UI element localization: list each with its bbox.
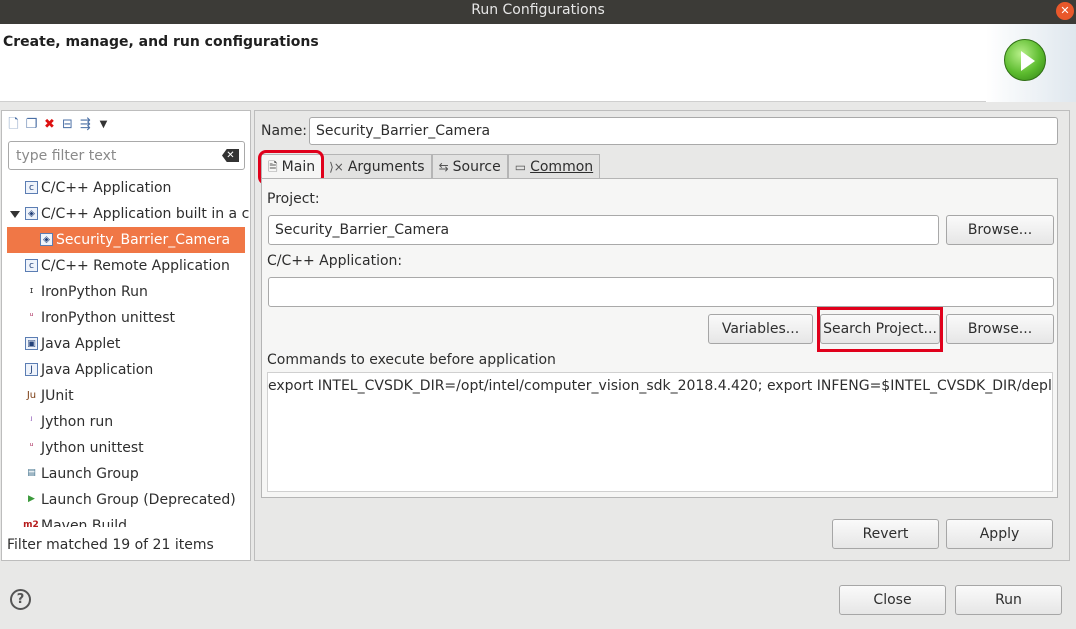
tree-item-jython-run[interactable]: ʲ Jython run xyxy=(2,409,250,435)
c-application-label: C/C++ Application: xyxy=(267,253,403,269)
app-browse-button[interactable]: Browse... xyxy=(946,314,1054,344)
tree-item-label: Security_Barrier_Camera xyxy=(56,232,231,248)
launch-group-icon: ▤ xyxy=(27,468,36,478)
ironpython-icon: ɪ xyxy=(29,286,34,296)
tree-item-label: IronPython Run xyxy=(41,284,148,300)
name-input[interactable] xyxy=(309,117,1058,145)
ironpython-unittest-icon: ᵘ xyxy=(29,312,34,322)
commands-label: Commands to execute before application xyxy=(267,352,556,368)
c-remote-icon: c xyxy=(25,259,38,272)
c-app-icon: c xyxy=(25,181,38,194)
tree-item-c-remote[interactable]: c C/C++ Remote Application xyxy=(2,253,250,279)
project-input[interactable] xyxy=(268,215,939,245)
filter-input[interactable] xyxy=(8,141,245,170)
dialog-header: Create, manage, and run configurations xyxy=(0,24,1076,102)
tree-item-label: Java Application xyxy=(41,362,154,378)
tab-label: Arguments xyxy=(347,158,425,175)
tree-item-junit[interactable]: Ju JUnit xyxy=(2,383,250,409)
tree-item-label: Java Applet xyxy=(41,336,121,352)
source-tab-icon: ⇆ xyxy=(438,159,449,174)
main-tab-panel: Project: Browse... C/C++ Application: Va… xyxy=(261,178,1058,498)
tree-item-jython-unittest[interactable]: ᵘ Jython unittest xyxy=(2,435,250,461)
tree-item-label: Launch Group (Deprecated) xyxy=(41,492,236,508)
tree-item-launch-group-deprecated[interactable]: ▶ Launch Group (Deprecated) xyxy=(2,487,250,513)
tree-item-label: Maven Build xyxy=(41,518,128,527)
expand-arrow-icon[interactable] xyxy=(10,211,20,218)
java-applet-icon: ▣ xyxy=(25,337,38,350)
revert-button[interactable]: Revert xyxy=(832,519,939,549)
tree-item-ironpython-run[interactable]: ɪ IronPython Run xyxy=(2,279,250,305)
tree-item-c-application[interactable]: c C/C++ Application xyxy=(2,175,250,201)
tab-label: Source xyxy=(452,158,501,175)
tree-item-maven-build[interactable]: m2 Maven Build xyxy=(2,513,250,527)
apply-button[interactable]: Apply xyxy=(946,519,1053,549)
tree-item-security-barrier-camera[interactable]: ◈ Security_Barrier_Camera xyxy=(7,227,245,253)
tree-item-label: JUnit xyxy=(41,388,74,404)
junit-icon: Ju xyxy=(26,390,37,401)
tree-item-label: Launch Group xyxy=(41,466,139,482)
tree-item-label: C/C++ Application xyxy=(41,180,172,196)
config-toolbar: 🗋 ❐ ✖ ⊟ ⇶ ▼ xyxy=(6,114,111,134)
maven-icon: m2 xyxy=(23,520,39,527)
search-project-highlight xyxy=(817,307,943,352)
filter-status: Filter matched 19 of 21 items xyxy=(7,537,214,553)
project-browse-button[interactable]: Browse... xyxy=(946,215,1054,245)
filter-icon[interactable]: ⇶ xyxy=(78,117,93,132)
view-menu-icon[interactable]: ▼ xyxy=(96,117,111,132)
tree-item-ironpython-unittest[interactable]: ᵘ IronPython unittest xyxy=(2,305,250,331)
tree-item-java-applet[interactable]: ▣ Java Applet xyxy=(2,331,250,357)
variables-button[interactable]: Variables... xyxy=(708,314,813,344)
launch-group-deprecated-icon: ▶ xyxy=(28,494,35,504)
tree-item-launch-group[interactable]: ▤ Launch Group xyxy=(2,461,250,487)
collapse-all-icon[interactable]: ⊟ xyxy=(60,117,75,132)
jython-icon: ʲ xyxy=(30,416,33,426)
duplicate-icon[interactable]: ❐ xyxy=(24,117,39,132)
commands-text: export INTEL_CVSDK_DIR=/opt/intel/comput… xyxy=(268,378,1052,394)
close-window-icon[interactable]: ✕ xyxy=(1056,2,1074,20)
window-titlebar: Run Configurations ✕ xyxy=(0,0,1076,24)
run-icon xyxy=(1004,39,1046,81)
window-title: Run Configurations xyxy=(471,2,605,18)
container-icon: ◈ xyxy=(25,207,38,220)
tab-common[interactable]: ▭ Common xyxy=(507,154,601,178)
dialog-subtitle: Create, manage, and run configurations xyxy=(3,34,319,50)
java-app-icon: J xyxy=(25,363,38,376)
tab-label: Common xyxy=(530,158,594,175)
help-icon[interactable]: ? xyxy=(10,589,31,610)
close-button[interactable]: Close xyxy=(839,585,946,615)
tree-item-label: Jython run xyxy=(41,414,114,430)
new-config-icon[interactable]: 🗋 xyxy=(6,117,21,132)
jython-unittest-icon: ᵘ xyxy=(29,442,34,452)
tree-item-label: C/C++ Remote Application xyxy=(41,258,230,274)
tree-item-label: Jython unittest xyxy=(41,440,144,456)
run-button[interactable]: Run xyxy=(955,585,1062,615)
configuration-editor-pane: Name: 🗎 Main ⟩× Arguments ⇆ Source ▭ Com… xyxy=(254,110,1070,561)
tree-item-label: IronPython unittest xyxy=(41,310,176,326)
commands-textarea[interactable]: export INTEL_CVSDK_DIR=/opt/intel/comput… xyxy=(267,372,1053,492)
delete-icon[interactable]: ✖ xyxy=(42,117,57,132)
configuration-tree: c C/C++ Application ◈ C/C++ Application … xyxy=(2,175,250,527)
arguments-tab-icon: ⟩× xyxy=(329,159,344,174)
tab-source[interactable]: ⇆ Source xyxy=(431,154,508,178)
container-config-icon: ◈ xyxy=(40,233,53,246)
tab-arguments[interactable]: ⟩× Arguments xyxy=(322,154,432,178)
c-application-input[interactable] xyxy=(268,277,1054,307)
tree-item-label: C/C++ Application built in a container xyxy=(41,206,250,222)
project-label: Project: xyxy=(267,191,320,207)
configuration-list-pane: 🗋 ❐ ✖ ⊟ ⇶ ▼ ✕ c C/C++ Application ◈ C/C+… xyxy=(1,110,251,561)
name-label: Name: xyxy=(261,123,308,139)
common-tab-icon: ▭ xyxy=(514,159,527,174)
tree-item-c-container[interactable]: ◈ C/C++ Application built in a container xyxy=(2,201,250,227)
tree-item-java-application[interactable]: J Java Application xyxy=(2,357,250,383)
